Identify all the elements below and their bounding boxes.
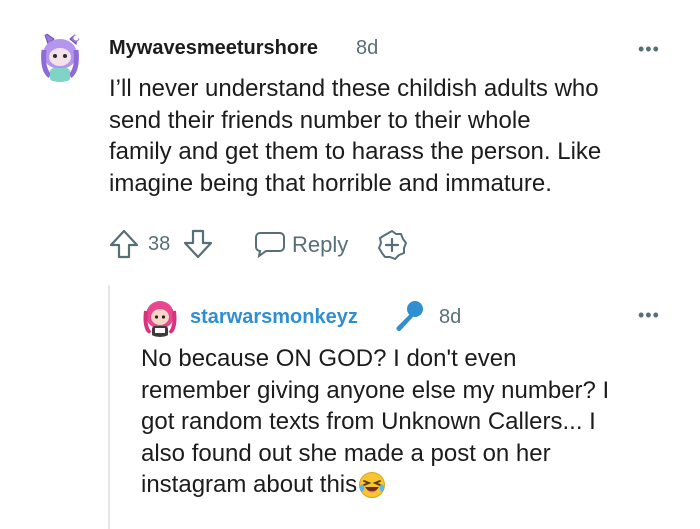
comment-body: I’ll never understand these childish adu… [109, 73, 601, 199]
comment-line: family and get them to harass the person… [109, 138, 602, 166]
comment-line: got random texts from Unknown Callers...… [141, 408, 596, 436]
more-options-button[interactable]: ••• [638, 40, 660, 58]
thread-line[interactable] [108, 285, 110, 529]
comment-body: No because ON GOD? I don't even remember… [141, 343, 609, 501]
reply-label: Reply [292, 232, 349, 257]
reply-button[interactable]: Reply [254, 229, 354, 259]
username[interactable]: Mywavesmeeturshore [109, 37, 318, 60]
microphone-icon [396, 301, 423, 331]
timestamp: 8d [356, 37, 379, 59]
avatar[interactable] [140, 297, 180, 337]
arrow-down-icon [183, 229, 213, 259]
comment-line: remember giving anyone else my number? I [141, 376, 610, 404]
comment-line: imagine being that horrible and immature… [109, 169, 552, 197]
plus-award-icon [378, 230, 407, 260]
arrow-up-icon [109, 229, 139, 259]
avatar-image [34, 30, 86, 82]
vote-count: 38 [148, 233, 171, 255]
username[interactable]: starwarsmonkeyz [190, 306, 358, 329]
avatar[interactable] [34, 30, 86, 82]
downvote-button[interactable] [182, 228, 214, 260]
speech-bubble-icon [255, 232, 285, 258]
timestamp: 8d [439, 306, 462, 328]
comment-line: instagram about this [141, 469, 609, 501]
avatar-image [140, 297, 180, 337]
comment-line: I’ll never understand these childish adu… [109, 75, 599, 102]
award-button[interactable] [376, 229, 408, 261]
more-options-button[interactable]: ••• [638, 306, 660, 324]
upvote-button[interactable] [108, 228, 140, 260]
comment-line-text: instagram about this [141, 471, 358, 499]
microphone-badge [392, 299, 426, 333]
comment-line: send their friends number to their whole [109, 106, 531, 134]
laughing-emoji [359, 472, 386, 499]
comment-line: also found out she made a post on her [141, 439, 551, 467]
comment-line: No because ON GOD? I don't even [141, 345, 517, 372]
